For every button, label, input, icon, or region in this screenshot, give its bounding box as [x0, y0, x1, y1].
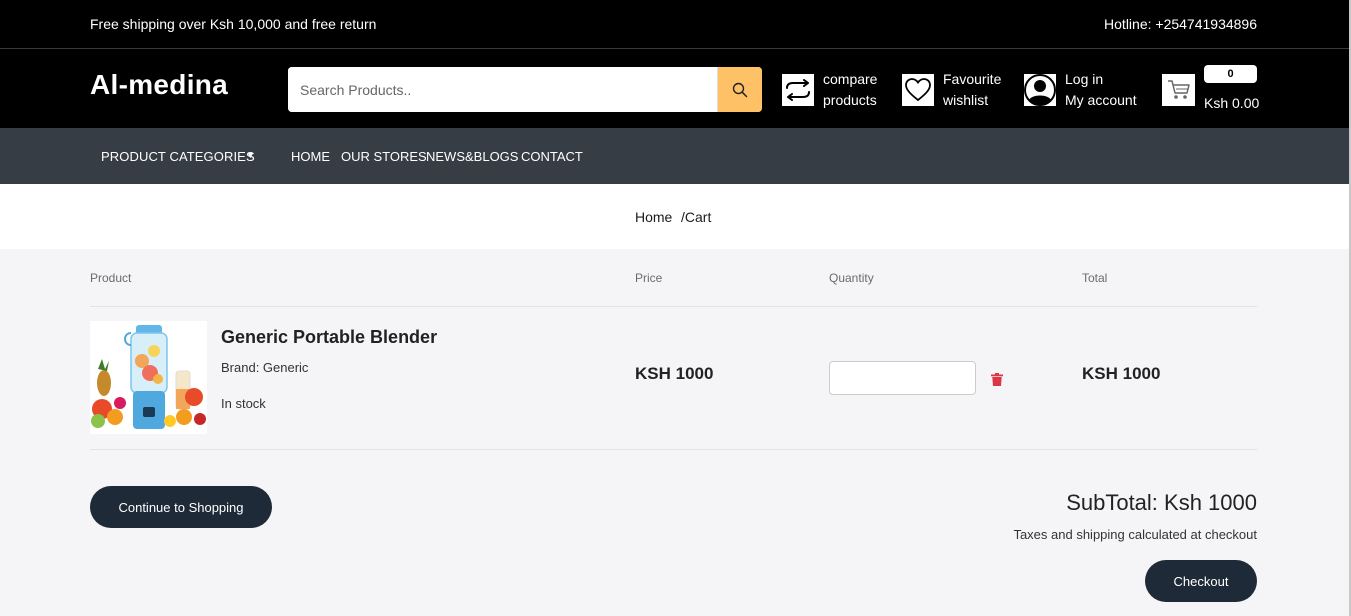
product-price: KSH 1000 [635, 364, 714, 383]
breadcrumb: Home /Cart [0, 184, 1351, 249]
product-name[interactable]: Generic Portable Blender [221, 327, 437, 348]
checkout-button[interactable]: Checkout [1145, 560, 1257, 602]
nav-link-contact[interactable]: CONTACT [521, 149, 583, 164]
taxes-note: Taxes and shipping calculated at checkou… [1013, 527, 1257, 542]
column-header-quantity: Quantity [829, 271, 874, 285]
quantity-input[interactable] [829, 361, 976, 395]
heart-icon [902, 74, 934, 106]
column-header-product: Product [90, 271, 132, 285]
continue-shopping-button[interactable]: Continue to Shopping [90, 486, 272, 528]
compare-line1: compare [823, 71, 878, 87]
column-header-price: Price [635, 271, 663, 285]
search-bar [288, 67, 762, 112]
subtotal: SubTotal: Ksh 1000 [1066, 490, 1257, 515]
trash-icon[interactable] [991, 373, 1003, 386]
product-categories-menu[interactable]: PRODUCT CATEGORIES [101, 149, 255, 164]
cart-icon [1162, 74, 1195, 106]
search-button[interactable] [717, 67, 762, 112]
breadcrumb-current: /Cart [681, 209, 712, 225]
hotline: Hotline: +254741934896 [1104, 16, 1257, 32]
compare-products-link[interactable]: compare products [782, 69, 877, 111]
nav-link-our-stores[interactable]: OUR STORES [341, 149, 427, 164]
table-divider [90, 306, 1257, 307]
nav-link-news-blogs[interactable]: NEWS&BLOGS [426, 149, 518, 164]
stock-status: In stock [221, 396, 266, 411]
my-account-label: My account [1065, 92, 1137, 108]
shipping-promo: Free shipping over Ksh 10,000 and free r… [90, 16, 377, 32]
column-header-total: Total [1082, 271, 1108, 285]
login-label: Log in [1065, 71, 1104, 87]
main-nav: PRODUCT CATEGORIES ▼ HOME OUR STORES NEW… [0, 128, 1351, 184]
search-icon [732, 82, 748, 97]
product-image[interactable] [90, 321, 207, 434]
nav-link-home[interactable]: HOME [291, 149, 330, 164]
search-input[interactable] [288, 67, 717, 112]
wishlist-line2: wishlist [943, 92, 989, 108]
user-icon [1024, 74, 1056, 106]
line-total: KSH 1000 [1082, 364, 1161, 383]
table-divider [90, 449, 1257, 450]
product-brand: Brand: Generic [221, 360, 309, 375]
wishlist-line1: Favourite [943, 71, 1002, 87]
compare-line2: products [823, 92, 877, 108]
account-link[interactable]: Log in My account [1024, 69, 1137, 111]
caret-down-icon[interactable]: ▼ [246, 150, 255, 160]
cart-total: Ksh 0.00 [1204, 95, 1260, 111]
site-header: Al-medina compare products [0, 49, 1351, 128]
site-logo[interactable]: Al-medina [90, 69, 228, 101]
announcement-bar: Free shipping over Ksh 10,000 and free r… [0, 0, 1351, 49]
breadcrumb-home[interactable]: Home [635, 209, 672, 225]
cart-count-badge: 0 [1204, 65, 1257, 83]
wishlist-link[interactable]: Favourite wishlist [902, 69, 1001, 111]
compare-arrows-icon [782, 74, 814, 106]
